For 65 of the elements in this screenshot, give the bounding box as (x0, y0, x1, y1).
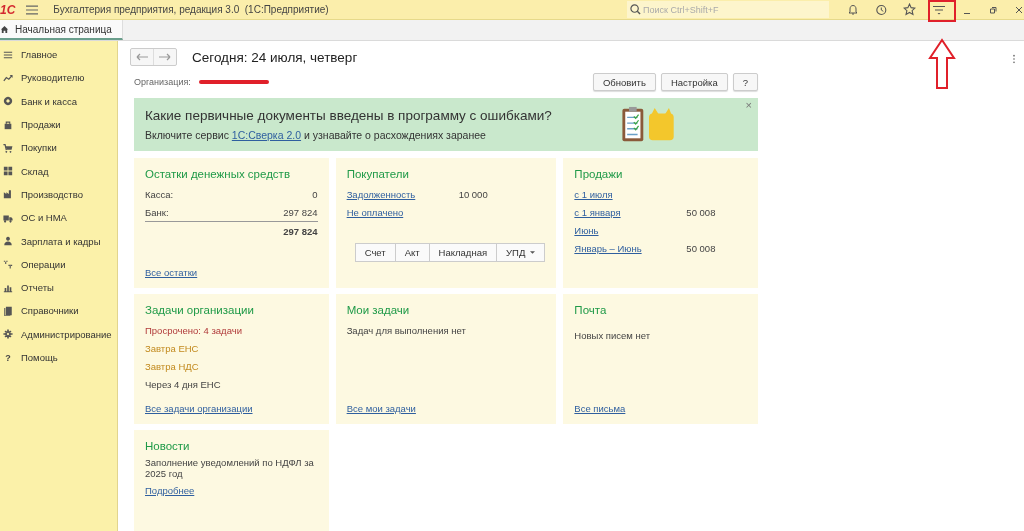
sidebar-item[interactable]: ОС и НМА (0, 206, 117, 230)
card-title: Мои задачи (346, 304, 411, 316)
sidebar-item[interactable]: Продажи (0, 112, 117, 137)
card-title: Продажи (574, 168, 624, 180)
row-label: Банк: (145, 206, 169, 218)
search-field[interactable]: Поиск Ctrl+Shift+F (627, 1, 829, 18)
card-text: Задач для выполнения нет (346, 324, 466, 336)
card-title: Покупатели (346, 168, 410, 180)
sidebar-item[interactable]: Склад (0, 159, 117, 183)
card-link[interactable]: Все мои задачи (346, 403, 416, 414)
service-link[interactable]: 1С:Сверка 2.0 (231, 129, 302, 141)
page-title: Сегодня: 24 июля, четверг (192, 49, 358, 65)
sidebar-item[interactable]: Справочники (0, 299, 117, 323)
total-value: 297 824 (283, 225, 318, 237)
card-link[interactable]: Все письма (574, 403, 626, 414)
row-value: 0 (312, 188, 318, 200)
sidebar-item[interactable]: Главное (0, 43, 117, 67)
card-title: Остатки денежных средств (145, 168, 291, 180)
organization-label: Организация: (134, 77, 191, 87)
document-button[interactable]: Накладная (429, 243, 498, 262)
report-link[interactable]: Июнь (574, 224, 599, 236)
banner-text: Включите сервис 1С:Сверка 2.0 и узнавайте о расхождениях заранее (145, 129, 487, 141)
card-text: Через 4 дня ЕНС (145, 378, 221, 390)
document-button[interactable]: Акт (395, 243, 430, 262)
logo: 1С (0, 2, 16, 17)
card-text: Завтра НДС (145, 360, 199, 372)
report-link[interactable]: Январь – Июнь (574, 242, 687, 254)
document-button[interactable]: Счет (354, 243, 396, 262)
home-tab[interactable]: Начальная страница (0, 20, 123, 40)
row-value: 297 824 (283, 206, 318, 218)
row-value: 50 008 (686, 206, 716, 218)
report-link[interactable]: с 1 июля (574, 188, 613, 200)
sidebar-item[interactable]: Производство (0, 182, 117, 207)
report-link[interactable]: с 1 января (574, 206, 687, 218)
sidebar-item[interactable]: Операции (0, 252, 117, 276)
card-text: Завтра ЕНС (145, 342, 199, 354)
toolbar-button[interactable]: Настройка (660, 73, 728, 91)
card-link[interactable]: Все остатки (145, 267, 198, 278)
card-text: Заполнение уведомлений по НДФЛ за 2025 год (145, 457, 315, 479)
card-title: Почта (574, 304, 608, 316)
toolbar-button[interactable]: ? (732, 73, 758, 91)
sidebar-item[interactable]: ? Помощь (0, 345, 117, 370)
banner-heading: Какие первичные документы введены в программу с ошибками? (145, 108, 553, 123)
row-label: Касса: (145, 188, 174, 200)
report-link[interactable]: Подробнее (145, 485, 195, 496)
row-value: 10 000 (458, 188, 488, 200)
sidebar-item[interactable]: Администрирование (0, 322, 117, 346)
sidebar-item[interactable]: Зарплата и кадры (0, 229, 117, 253)
document-button[interactable]: УПД (497, 243, 546, 262)
report-link[interactable]: Задолженность (346, 188, 459, 200)
card-link[interactable]: Все задачи организации (145, 403, 253, 414)
card-text: Просрочено: 4 задачи (145, 324, 242, 336)
sidebar-item[interactable]: Отчеты (0, 275, 117, 300)
window-title: Бухгалтерия предприятия, редакция 3.0 (1С:Предприятие) (53, 4, 329, 15)
row-value: 50 008 (686, 242, 716, 254)
card-title: Новости (145, 440, 191, 452)
card-title: Задачи организации (145, 304, 255, 316)
report-link[interactable]: Не оплачено (346, 206, 404, 218)
close-button[interactable]: × (745, 99, 752, 111)
sidebar-item[interactable]: Покупки (0, 136, 117, 160)
sidebar-item[interactable]: Руководителю (0, 66, 117, 90)
card-text: Новых писем нет (574, 329, 650, 341)
help-icon: ? (3, 352, 13, 363)
sidebar-item[interactable]: Банк и касса (0, 89, 117, 113)
toolbar-button[interactable]: Обновить (592, 73, 656, 91)
